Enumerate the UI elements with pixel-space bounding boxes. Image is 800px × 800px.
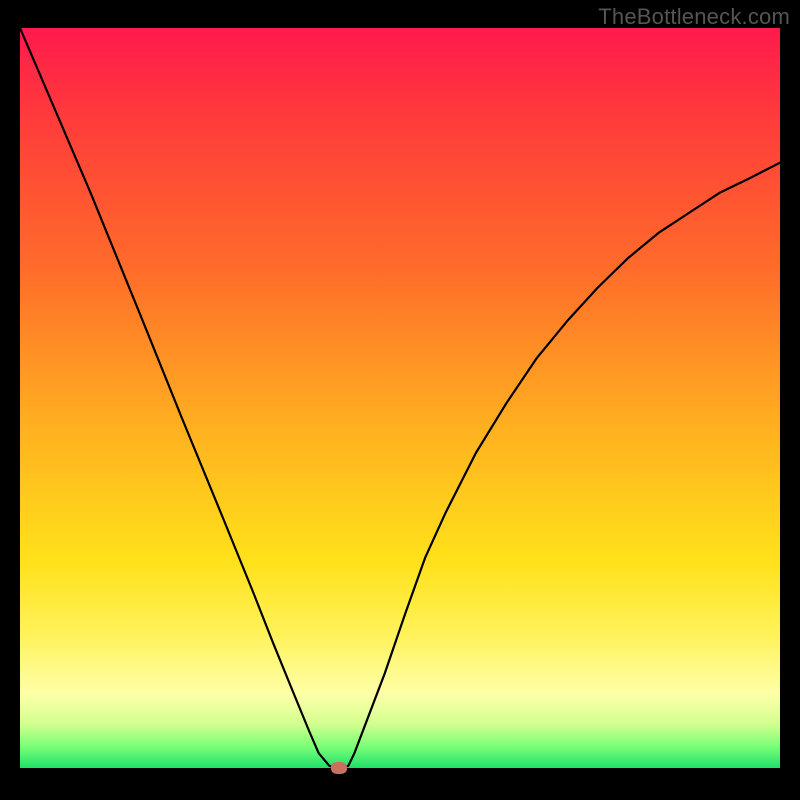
- plot-frame: [20, 28, 780, 780]
- watermark-text: TheBottleneck.com: [598, 4, 790, 30]
- heat-gradient-background: [20, 28, 780, 768]
- chart-container: TheBottleneck.com: [0, 0, 800, 800]
- plot-area: [20, 28, 780, 768]
- optimal-point-marker: [331, 762, 347, 774]
